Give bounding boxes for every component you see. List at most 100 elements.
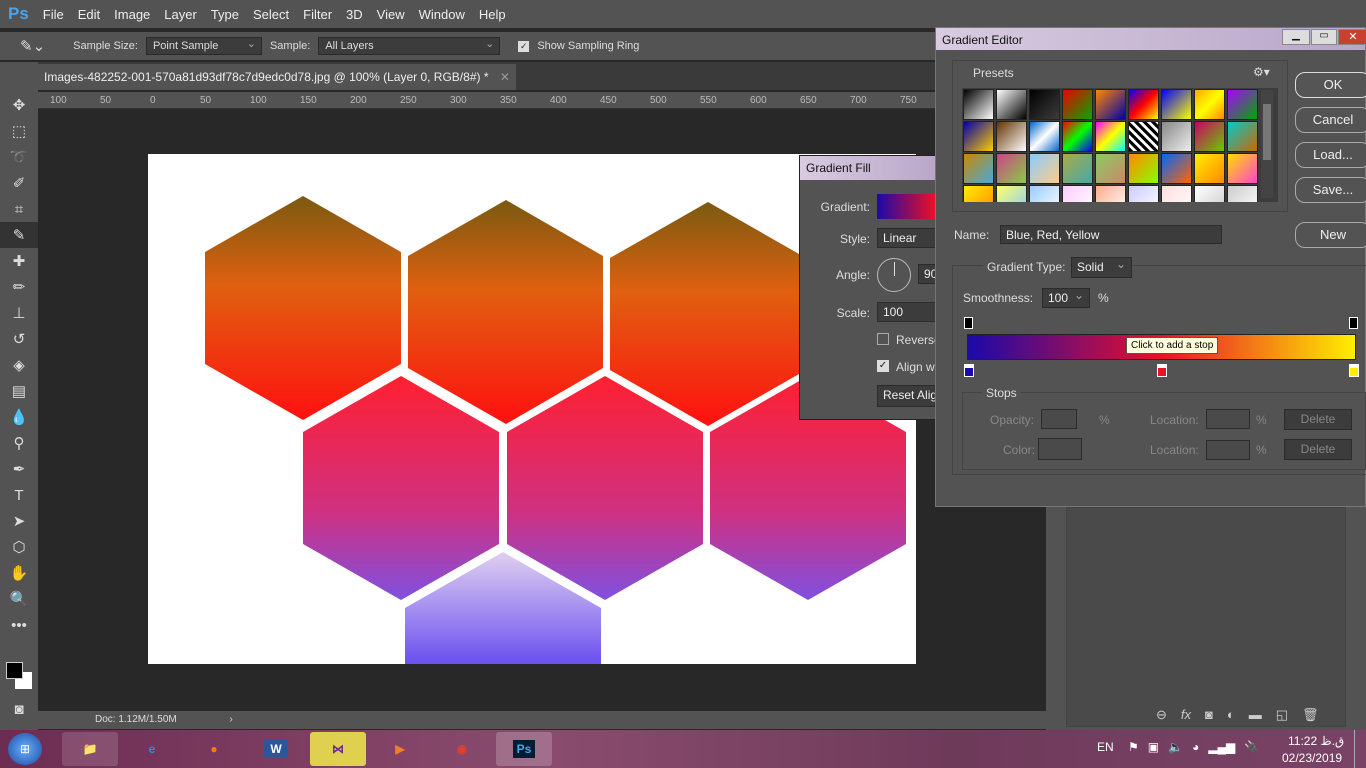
gradient-preset-swatch[interactable] (996, 185, 1027, 202)
lasso-tool-icon[interactable]: ➰ (0, 144, 38, 170)
gradient-preset-swatch[interactable] (1128, 89, 1159, 120)
gradient-preset-swatch[interactable] (963, 89, 994, 120)
layer-mask-icon[interactable]: ◙ (1205, 707, 1213, 723)
show-desktop-button[interactable] (1354, 730, 1366, 768)
adjustment-layer-icon[interactable]: ◐ (1227, 707, 1235, 723)
sample-size-select[interactable]: Point Sample (145, 37, 262, 55)
color-stop-red[interactable] (1157, 364, 1167, 377)
new-button[interactable]: New (1295, 222, 1366, 248)
gradient-preset-swatch[interactable] (1161, 153, 1192, 184)
maximize-button[interactable]: ▭ (1311, 29, 1337, 45)
gradient-type-select[interactable]: Solid (1071, 257, 1132, 278)
minimize-button[interactable]: ▁ (1282, 29, 1310, 45)
angle-dial[interactable] (877, 258, 911, 292)
gradient-preset-swatch[interactable] (1095, 121, 1126, 152)
new-group-icon[interactable]: ▬ (1249, 707, 1262, 723)
gradient-preset-swatch[interactable] (1194, 89, 1225, 120)
document-tab[interactable]: Images-482252-001-570a81d93df78c7d9edc0d… (38, 64, 516, 90)
more-tools-icon[interactable]: ••• (0, 612, 38, 638)
gradient-preset-swatch[interactable] (1095, 89, 1126, 120)
menu-image[interactable]: Image (114, 7, 150, 22)
align-checkbox[interactable]: ✓ (877, 360, 889, 372)
gradient-preset-swatch[interactable] (1194, 121, 1225, 152)
gradient-preset-swatch[interactable] (963, 185, 994, 202)
shape-tool-icon[interactable]: ⬡ (0, 534, 38, 560)
gradient-preset-swatch[interactable] (1161, 121, 1192, 152)
quick-mask-icon[interactable]: ◙ (0, 696, 38, 722)
power-icon[interactable]: 🔌 (1244, 740, 1259, 754)
opacity-input[interactable] (1041, 409, 1077, 429)
gradient-preset-swatch[interactable] (1029, 185, 1060, 202)
gradient-preset-swatch[interactable] (996, 121, 1027, 152)
move-tool-icon[interactable]: ✥ (0, 92, 38, 118)
gradient-preset-swatch[interactable] (1194, 185, 1225, 202)
cancel-button[interactable]: Cancel (1295, 107, 1366, 133)
gradient-preset-swatch[interactable] (1161, 89, 1192, 120)
gradient-preset-swatch[interactable] (1029, 153, 1060, 184)
close-button[interactable]: ✕ (1338, 29, 1366, 45)
app-tray-icon[interactable]: ◕ (1192, 740, 1199, 754)
hand-tool-icon[interactable]: ✋ (0, 560, 38, 586)
gradient-preset-swatch[interactable] (1227, 185, 1258, 202)
color-stop-yellow[interactable] (1349, 364, 1359, 377)
network-monitor-icon[interactable]: ▣ (1148, 740, 1159, 754)
name-input[interactable]: Blue, Red, Yellow (1000, 225, 1222, 244)
color-stop-blue[interactable] (964, 364, 974, 377)
action-center-flag-icon[interactable]: ⚑ (1128, 740, 1139, 754)
menu-3d[interactable]: 3D (346, 7, 363, 22)
menu-filter[interactable]: Filter (303, 7, 332, 22)
gradient-preset-swatch[interactable] (1227, 89, 1258, 120)
gradient-preset-swatch[interactable] (1029, 89, 1060, 120)
gradient-preset-swatch[interactable] (996, 153, 1027, 184)
gradient-preset-swatch[interactable] (1194, 153, 1225, 184)
type-tool-icon[interactable]: T (0, 482, 38, 508)
close-tab-icon[interactable]: ✕ (500, 70, 510, 84)
gradient-preset-swatch[interactable] (963, 121, 994, 152)
gradient-preview[interactable] (877, 194, 940, 219)
presets-gear-icon[interactable]: ⚙▾ (1253, 65, 1270, 79)
blur-tool-icon[interactable]: 💧 (0, 404, 38, 430)
crop-tool-icon[interactable]: ⌗ (0, 196, 38, 222)
menu-select[interactable]: Select (253, 7, 289, 22)
scale-input[interactable]: 100 (877, 302, 940, 322)
fx-icon[interactable]: fx (1181, 707, 1191, 723)
zoom-tool-icon[interactable]: 🔍 (0, 586, 38, 612)
healing-tool-icon[interactable]: ✚ (0, 248, 38, 274)
reverse-checkbox[interactable] (877, 333, 889, 345)
quick-select-tool-icon[interactable]: ✐ (0, 170, 38, 196)
opacity-stop-right[interactable] (1349, 317, 1358, 329)
dodge-tool-icon[interactable]: ⚲ (0, 430, 38, 456)
color-swatch[interactable] (1038, 438, 1082, 460)
clock-time[interactable]: 11:22 ق.ظ (1288, 734, 1344, 748)
delete-color-stop-button[interactable]: Delete (1284, 439, 1352, 460)
gradient-preset-swatch[interactable] (1128, 153, 1159, 184)
gradient-preset-swatch[interactable] (1227, 121, 1258, 152)
gradient-preset-swatch[interactable] (1128, 121, 1159, 152)
taskbar-media-player-icon[interactable]: ▶ (372, 732, 428, 766)
show-ring-checkbox[interactable]: ✓ (518, 40, 530, 52)
brush-tool-icon[interactable]: ✏ (0, 274, 38, 300)
history-brush-icon[interactable]: ↺ (0, 326, 38, 352)
smoothness-input[interactable]: 100 (1042, 288, 1090, 308)
gradient-preset-swatch[interactable] (996, 89, 1027, 120)
new-layer-icon[interactable]: ◱ (1276, 707, 1288, 723)
taskbar-visual-studio-icon[interactable]: ⋈ (310, 732, 366, 766)
gradient-preset-swatch[interactable] (963, 153, 994, 184)
gradient-preset-swatch[interactable] (1062, 153, 1093, 184)
taskbar-chrome-icon[interactable]: ◉ (434, 732, 490, 766)
menu-view[interactable]: View (377, 7, 405, 22)
color-location-input[interactable] (1206, 440, 1250, 460)
language-indicator[interactable]: EN (1097, 740, 1114, 754)
menu-edit[interactable]: Edit (78, 7, 100, 22)
clock-date[interactable]: 02/23/2019 (1282, 751, 1342, 765)
start-button[interactable]: ⊞ (8, 733, 42, 765)
eraser-tool-icon[interactable]: ◈ (0, 352, 38, 378)
opacity-stop-left[interactable] (964, 317, 973, 329)
gradient-preset-swatch[interactable] (1062, 121, 1093, 152)
taskbar-explorer-icon[interactable]: 📁 (62, 732, 118, 766)
menu-help[interactable]: Help (479, 7, 506, 22)
menu-type[interactable]: Type (211, 7, 239, 22)
gradient-preset-swatch[interactable] (1062, 89, 1093, 120)
gradient-preset-swatch[interactable] (1095, 153, 1126, 184)
style-select[interactable]: Linear (877, 228, 940, 248)
